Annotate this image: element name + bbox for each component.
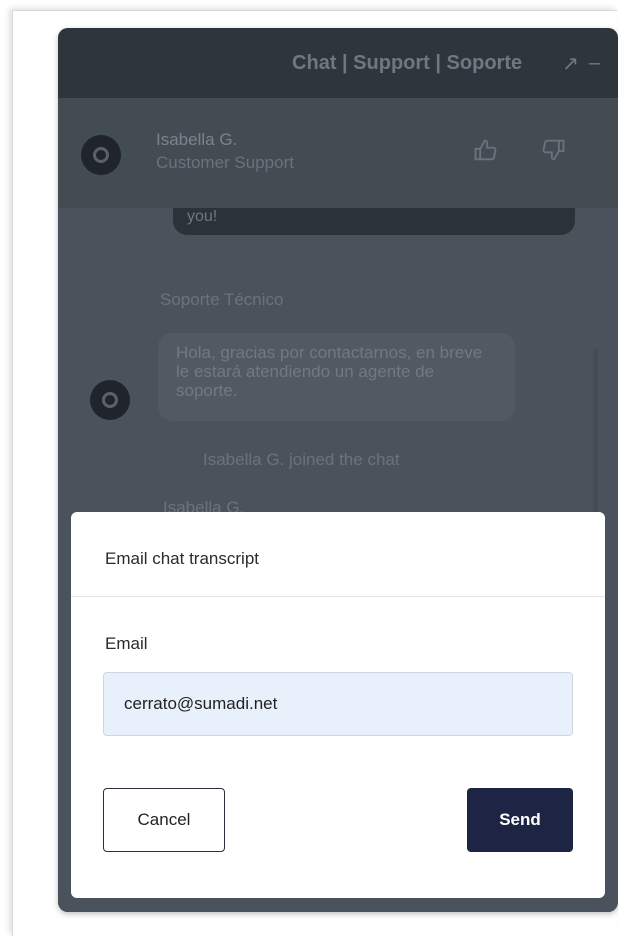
email-transcript-dialog: Email chat transcript Email Cancel Send	[71, 512, 605, 898]
agent-name: Isabella G.	[156, 130, 238, 149]
message-bubble-partial: you!	[173, 208, 575, 235]
message-sender: Soporte Técnico	[160, 290, 284, 309]
bot-avatar	[90, 380, 130, 420]
system-message: Isabella G. joined the chat	[203, 450, 400, 469]
thumbs-up-icon[interactable]	[472, 136, 500, 171]
chat-title: Chat | Support | Soporte	[292, 51, 523, 74]
agent-role: Customer Support	[156, 153, 294, 172]
minimize-icon[interactable]: –	[589, 52, 600, 75]
email-field[interactable]	[103, 672, 573, 736]
logo-icon	[102, 392, 118, 408]
message-text: you!	[187, 208, 218, 225]
agent-avatar	[81, 135, 121, 175]
send-button[interactable]: Send	[467, 788, 573, 852]
divider	[71, 596, 605, 597]
popout-icon[interactable]: ↗	[562, 51, 579, 76]
message-bubble: Hola, gracias por contactarnos, en breve…	[158, 333, 515, 421]
email-label: Email	[105, 634, 148, 653]
chat-titlebar: Chat | Support | Soporte ↗ –	[58, 28, 618, 98]
thumbs-down-icon[interactable]	[539, 136, 567, 171]
dialog-title: Email chat transcript	[105, 549, 259, 568]
agent-header: Isabella G. Customer Support	[58, 98, 618, 208]
message-text: Hola, gracias por contactarnos, en breve…	[176, 343, 483, 400]
cancel-button[interactable]: Cancel	[103, 788, 225, 852]
logo-icon	[93, 147, 109, 163]
